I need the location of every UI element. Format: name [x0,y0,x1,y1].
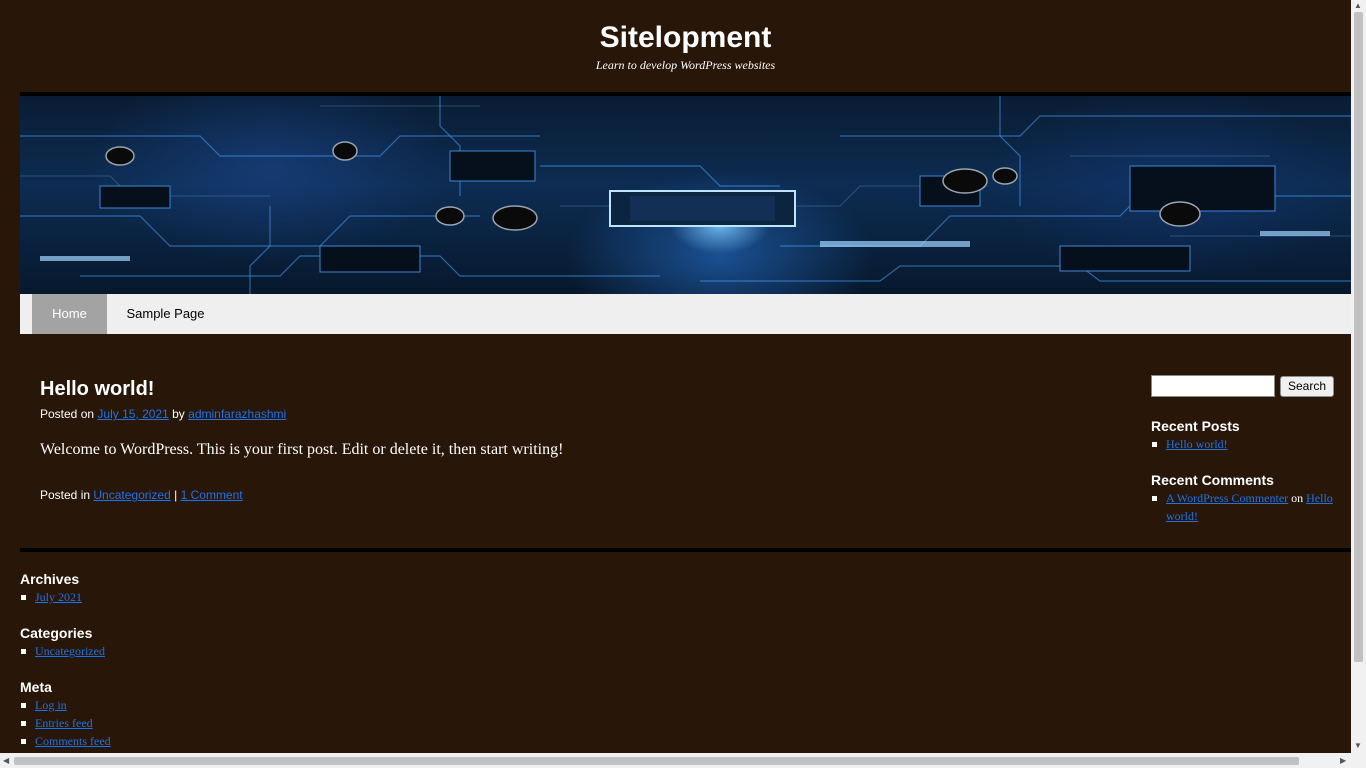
search-input[interactable] [1151,375,1275,397]
archives-list: July 2021 [20,588,82,606]
category-link-uncategorized[interactable]: Uncategorized [35,644,105,658]
list-item: July 2021 [20,588,82,606]
main-navigation: Home Sample Page [20,294,1351,334]
list-item: Comments feed [20,732,111,750]
meta-separator: | [174,488,178,502]
nav-item-sample-page[interactable]: Sample Page [107,294,224,334]
site-description: Learn to develop WordPress websites [595,58,776,72]
site-header: Sitelopment Learn to develop WordPress w… [20,0,1351,92]
categories-list: Uncategorized [20,642,105,660]
post-author-link[interactable]: adminfarazhashmi [188,407,286,421]
circuit-board-graphic [20,96,1351,294]
meta-link-log-in[interactable]: Log in [35,698,67,712]
footer-divider [20,548,1351,552]
meta-link-comments-feed[interactable]: Comments feed [35,734,111,748]
post-content: Welcome to WordPress. This is your first… [40,441,564,458]
nav-item-home[interactable]: Home [32,294,107,334]
scroll-down-arrow-icon[interactable]: ▼ [1354,742,1362,750]
posted-on-label: Posted on [40,407,95,421]
recent-posts-title: Recent Posts [1151,418,1240,434]
list-item: Entries feed [20,714,111,732]
post-meta: Posted on July 15, 2021 by adminfarazhas… [40,406,286,422]
site-title[interactable]: Sitelopment [20,20,1351,56]
scroll-left-arrow-icon[interactable]: ◀ [3,757,9,765]
vertical-scrollbar-thumb[interactable] [1354,12,1363,662]
list-item: A WordPress Commenter on Hello world! [1151,489,1341,525]
search-button[interactable]: Search [1280,376,1334,397]
archives-title: Archives [20,571,80,587]
categories-title: Categories [20,625,93,641]
post-date-link[interactable]: July 15, 2021 [97,407,168,421]
horizontal-scrollbar-thumb[interactable] [14,757,1299,765]
list-item: Hello world! [1151,435,1228,453]
post-comments-link[interactable]: 1 Comment [181,488,243,502]
recent-comments-list: A WordPress Commenter on Hello world! [1151,489,1341,525]
comment-author-link[interactable]: A WordPress Commenter [1166,491,1288,505]
header-banner-image [20,96,1351,294]
scroll-up-arrow-icon[interactable]: ▲ [1354,2,1362,10]
posted-in-label: Posted in [40,488,91,502]
meta-list: Log in Entries feed Comments feed [20,696,111,750]
list-item: Uncategorized [20,642,105,660]
meta-title: Meta [20,679,52,695]
post-title[interactable]: Hello world! [40,376,154,402]
comment-on-label: on [1291,491,1304,505]
list-item: Log in [20,696,111,714]
meta-link-entries-feed[interactable]: Entries feed [35,716,93,730]
scroll-right-arrow-icon[interactable]: ▶ [1340,757,1346,765]
recent-comments-title: Recent Comments [1151,472,1274,488]
recent-post-link[interactable]: Hello world! [1166,437,1228,451]
post-footer-meta: Posted in Uncategorized | 1 Comment [40,487,243,503]
post-category-link[interactable]: Uncategorized [93,488,170,502]
archive-link-july-2021[interactable]: July 2021 [35,590,82,604]
by-label: by [172,407,185,421]
recent-posts-list: Hello world! [1151,435,1228,453]
